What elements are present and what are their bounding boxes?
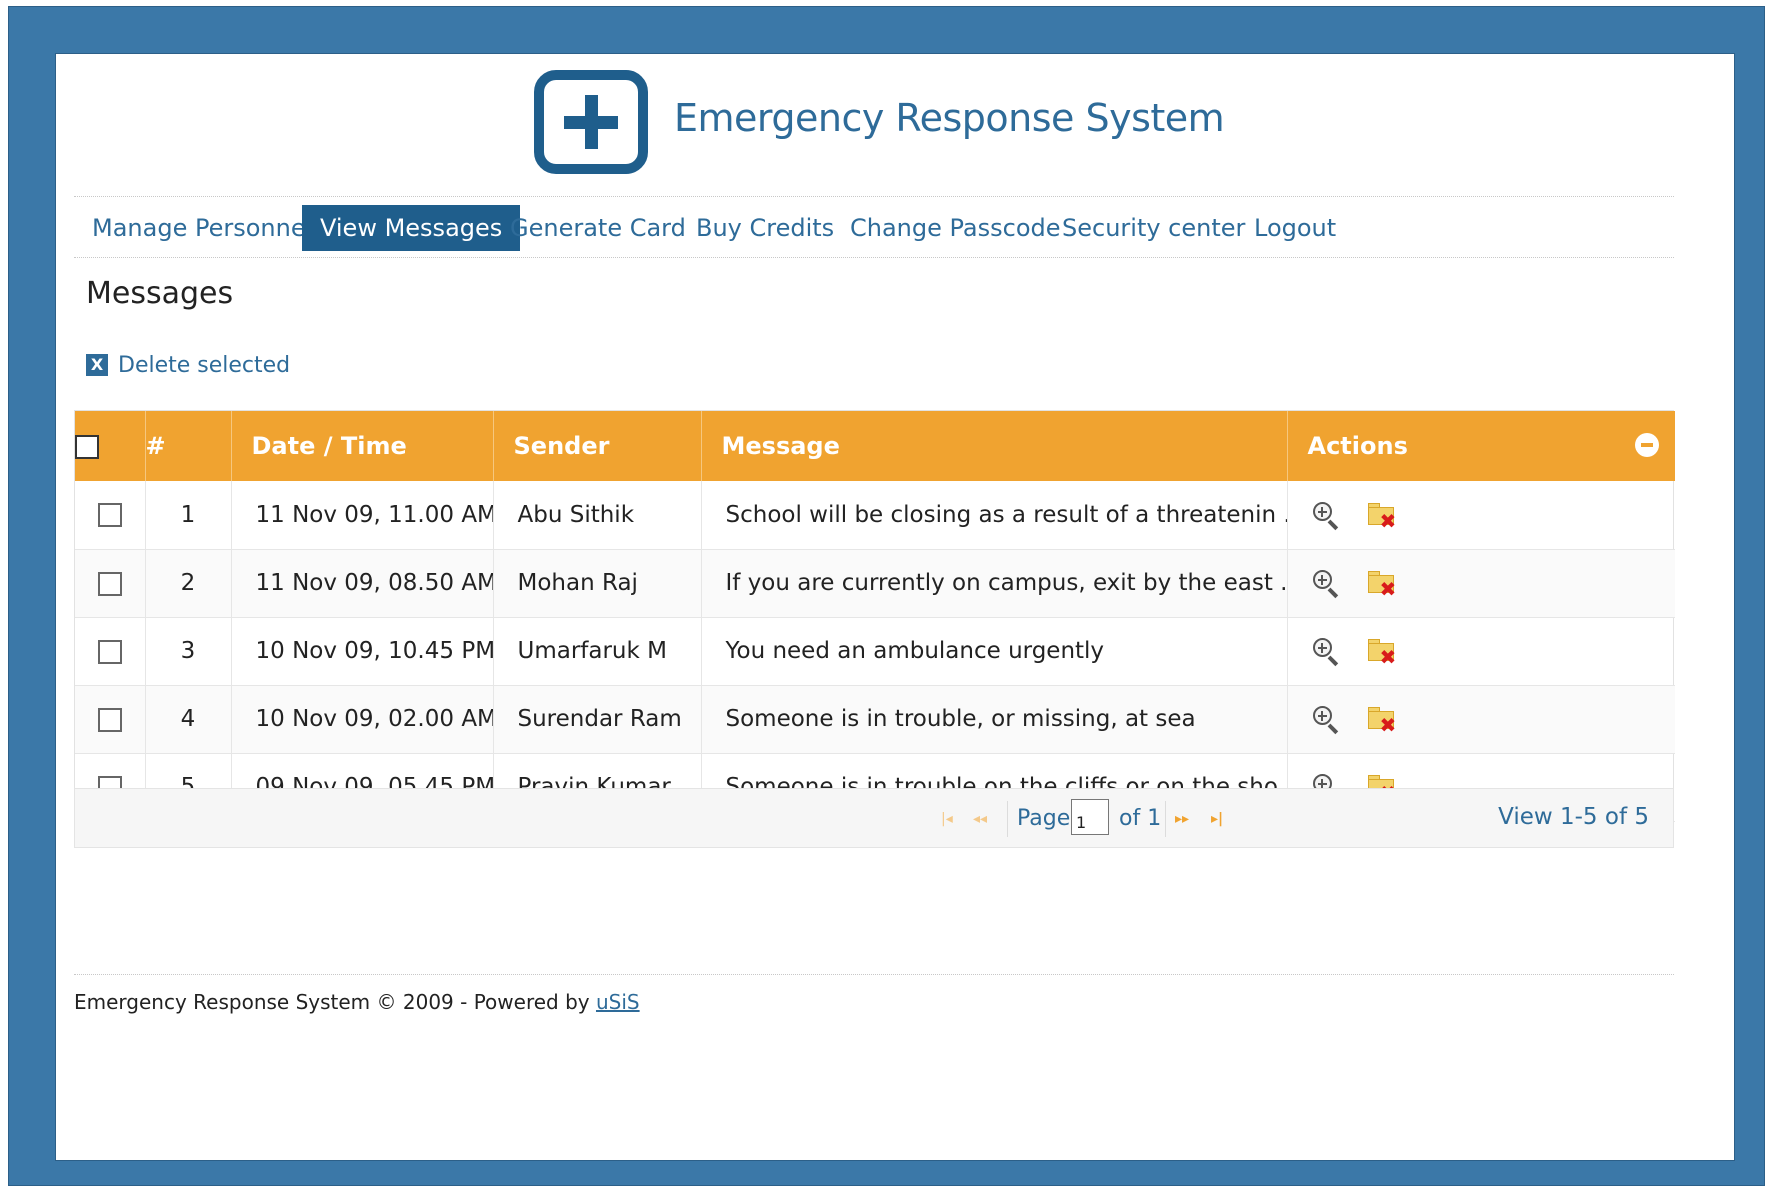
messages-table: # Date / Time Sender Message Actions 1 1… (74, 410, 1675, 823)
table-row[interactable]: 4 10 Nov 09, 02.00 AM Surendar Ram Someo… (75, 685, 1675, 754)
table-row[interactable]: 2 11 Nov 09, 08.50 AM Mohan Raj If you a… (75, 549, 1675, 618)
footer-text: Emergency Response System © 2009 - Power… (74, 990, 590, 1014)
view-zoom-icon[interactable] (1312, 705, 1340, 735)
page-title: Messages (86, 276, 234, 311)
row-sender: Abu Sithik (493, 481, 702, 550)
prev-page-icon[interactable]: ◂◂ (973, 789, 987, 849)
delete-icon: X (86, 354, 108, 376)
nav-security-center[interactable]: Security center (1044, 205, 1263, 251)
delete-folder-icon[interactable]: ✖ (1367, 501, 1398, 531)
select-all-cell (75, 411, 146, 481)
footer: Emergency Response System © 2009 - Power… (74, 990, 640, 1014)
page-label: Page (1017, 806, 1071, 831)
view-zoom-icon[interactable] (1312, 501, 1340, 530)
delete-selected-button[interactable]: X Delete selected (86, 350, 290, 380)
row-select-cell (75, 617, 146, 686)
delete-folder-icon[interactable]: ✖ (1367, 569, 1398, 599)
col-message[interactable]: Message (701, 411, 1288, 481)
nav-logout[interactable]: Logout (1236, 205, 1354, 251)
table-row[interactable]: 1 11 Nov 09, 11.00 AM Abu Sithik School … (75, 481, 1675, 550)
row-message: If you are currently on campus, exit by … (701, 549, 1288, 618)
row-num: 2 (145, 549, 232, 618)
view-zoom-icon[interactable] (1312, 569, 1340, 599)
col-sender[interactable]: Sender (493, 411, 702, 481)
row-message: You need an ambulance urgently (701, 617, 1288, 686)
view-count: View 1-5 of 5 (1498, 804, 1649, 830)
row-sender: Mohan Raj (493, 549, 702, 618)
col-actions: Actions (1287, 411, 1675, 481)
plus-logo-icon (534, 70, 648, 174)
row-actions: ✖ (1287, 481, 1675, 550)
collapse-icon[interactable] (1635, 433, 1659, 457)
row-sender: Umarfaruk M (493, 617, 702, 686)
col-actions-label: Actions (1307, 432, 1408, 460)
delete-folder-icon[interactable]: ✖ (1367, 637, 1398, 667)
view-zoom-icon[interactable] (1312, 637, 1340, 667)
nav-view-messages[interactable]: View Messages (302, 205, 521, 251)
row-checkbox[interactable] (97, 639, 122, 664)
col-datetime[interactable]: Date / Time (231, 411, 494, 481)
row-checkbox[interactable] (97, 707, 122, 732)
last-page-icon[interactable]: ▸| (1211, 789, 1223, 849)
page-container: Emergency Response System Manage Personn… (55, 53, 1735, 1161)
row-message: Someone is in trouble, or missing, at se… (701, 685, 1288, 754)
row-datetime: 10 Nov 09, 02.00 AM (231, 685, 494, 754)
first-page-icon[interactable]: |◂ (941, 789, 953, 849)
nav-buy-credits[interactable]: Buy Credits (678, 205, 852, 251)
main-nav: Manage Personnels View Messages Generate… (74, 196, 1674, 258)
table-header-row: # Date / Time Sender Message Actions (75, 411, 1675, 481)
row-num: 1 (145, 481, 232, 550)
col-num[interactable]: # (145, 411, 232, 481)
row-select-cell (75, 685, 146, 754)
page-of-label: of 1 (1119, 806, 1162, 831)
row-checkbox[interactable] (97, 503, 122, 528)
row-actions: ✖ (1287, 685, 1675, 754)
row-checkbox[interactable] (97, 571, 122, 596)
app-title: Emergency Response System (674, 96, 1225, 140)
page-number-input[interactable] (1071, 799, 1109, 835)
pager: |◂ ◂◂ Page of 1 ▸▸ ▸| View 1-5 of 5 (74, 788, 1674, 848)
delete-folder-icon[interactable]: ✖ (1367, 705, 1398, 735)
row-actions: ✖ (1287, 549, 1675, 618)
row-num: 3 (145, 617, 232, 686)
next-page-icon[interactable]: ▸▸ (1175, 789, 1189, 849)
row-datetime: 11 Nov 09, 11.00 AM (231, 481, 494, 550)
row-sender: Surendar Ram (493, 685, 702, 754)
row-datetime: 10 Nov 09, 10.45 PM (231, 617, 494, 686)
row-select-cell (75, 481, 146, 550)
row-select-cell (75, 549, 146, 618)
nav-change-passcode[interactable]: Change Passcode (832, 205, 1079, 251)
row-num: 4 (145, 685, 232, 754)
outer-frame: Emergency Response System Manage Personn… (8, 6, 1765, 1186)
row-datetime: 11 Nov 09, 08.50 AM (231, 549, 494, 618)
nav-generate-card[interactable]: Generate Card (492, 205, 704, 251)
row-actions: ✖ (1287, 617, 1675, 686)
row-message: School will be closing as a result of a … (701, 481, 1288, 550)
select-all-checkbox[interactable] (75, 435, 99, 459)
footer-divider (74, 974, 1674, 975)
footer-usis-link[interactable]: uSiS (596, 990, 640, 1014)
table-row[interactable]: 3 10 Nov 09, 10.45 PM Umarfaruk M You ne… (75, 617, 1675, 686)
delete-selected-label: Delete selected (118, 352, 291, 378)
